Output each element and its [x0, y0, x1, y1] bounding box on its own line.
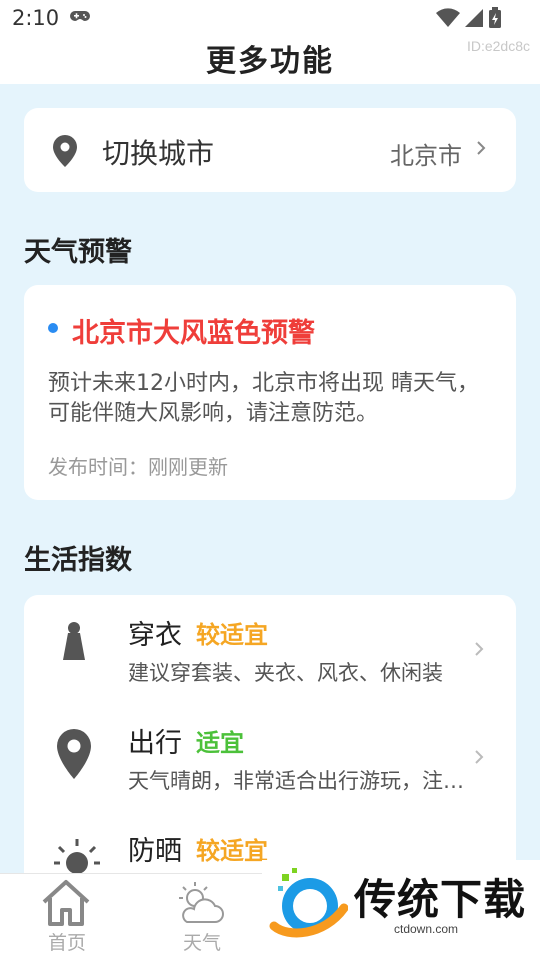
weather-alert-card[interactable]: 北京市大风蓝色预警 预计未来12小时内，北京市将出现 晴天气，可能伴随大风影响，…: [24, 285, 516, 500]
battery-icon: [488, 7, 502, 33]
watermark-text: 传统下载: [354, 875, 527, 924]
watermark-logo-icon: [268, 866, 349, 946]
location-pin-icon: [52, 135, 78, 171]
nav-item-weather[interactable]: 天气: [147, 874, 257, 960]
life-index-desc: 天气晴朗，非常适合出行游玩，注意防晒: [128, 769, 468, 793]
life-index-desc: 建议穿套装、夹衣、风衣、休闲装: [128, 661, 443, 685]
life-index-level: 较适宜: [196, 621, 268, 649]
location-pin-icon: [54, 727, 94, 785]
watermark-logo: 传统下载 ctdown.com: [262, 860, 540, 960]
gamepad-icon: [70, 9, 90, 28]
alert-publish-time: 发布时间：刚刚更新: [48, 455, 228, 479]
warning-section-title: 天气预警: [24, 237, 132, 268]
chevron-right-icon: [474, 749, 484, 769]
alert-description: 预计未来12小时内，北京市将出现 晴天气，可能伴随大风影响，请注意防范。: [48, 371, 479, 426]
life-index-level: 适宜: [196, 729, 244, 757]
life-index-card: 穿衣 较适宜 建议穿套装、夹衣、风衣、休闲装 出行 适宜 天气晴朗，非常适合出行…: [24, 595, 516, 895]
life-index-level: 较适宜: [196, 837, 268, 865]
wifi-icon: [436, 8, 460, 32]
home-icon: [40, 878, 92, 932]
life-index-name: 穿衣: [128, 620, 182, 651]
alert-title: 北京市大风蓝色预警: [72, 318, 315, 349]
watermark-domain: ctdown.com: [394, 922, 459, 936]
chevron-right-icon: [474, 641, 484, 661]
life-index-section-title: 生活指数: [24, 545, 132, 576]
life-index-item-travel[interactable]: 出行 适宜 天气晴朗，非常适合出行游玩，注意防晒: [24, 703, 516, 811]
current-city: 北京市: [390, 142, 462, 170]
clothing-icon: [54, 619, 94, 667]
status-indicators: [436, 7, 502, 33]
device-id-label: ID:e2dc8c: [466, 38, 530, 54]
status-time: 2:10: [12, 6, 60, 30]
life-index-item-clothing[interactable]: 穿衣 较适宜 建议穿套装、夹衣、风衣、休闲装: [24, 595, 516, 703]
chevron-right-icon: [476, 140, 486, 160]
status-bar: 2:10: [0, 0, 540, 36]
page-header: 更多功能 ID:e2dc8c: [0, 36, 540, 84]
switch-city-row[interactable]: 切换城市 北京市: [24, 108, 516, 192]
page-title: 更多功能: [206, 44, 334, 79]
alert-dot: [48, 323, 58, 333]
nav-label-home: 首页: [47, 932, 86, 954]
weather-icon: [175, 878, 225, 930]
switch-city-label: 切换城市: [102, 137, 215, 170]
nav-item-home[interactable]: 首页: [12, 874, 122, 960]
nav-label-weather: 天气: [182, 932, 221, 954]
life-index-name: 出行: [128, 728, 182, 759]
signal-icon: [464, 8, 484, 32]
life-index-name: 防晒: [128, 836, 182, 867]
